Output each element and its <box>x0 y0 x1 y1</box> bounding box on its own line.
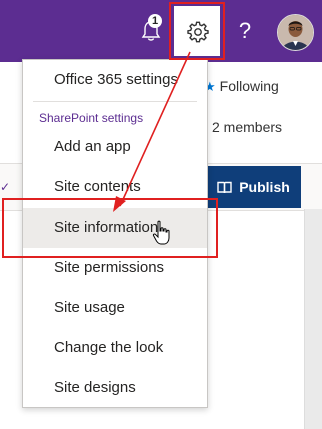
follow-button[interactable]: ★ Following <box>204 78 279 95</box>
menu-item-add-an-app[interactable]: Add an app <box>23 127 207 167</box>
hand-cursor-icon <box>152 220 170 245</box>
avatar-portrait <box>278 15 313 50</box>
avatar[interactable] <box>277 14 314 51</box>
book-icon <box>217 181 232 193</box>
publish-label: Publish <box>239 179 290 195</box>
checkmark-icon: ✓ <box>0 180 11 194</box>
sharepoint-settings-header: SharePoint settings <box>39 111 144 125</box>
help-icon[interactable]: ? <box>236 18 254 44</box>
notification-count-badge: 1 <box>148 14 162 28</box>
menu-item-site-designs[interactable]: Site designs <box>23 368 207 408</box>
menu-divider <box>33 101 197 102</box>
members-link[interactable]: 2 members <box>212 119 282 135</box>
publish-button[interactable]: Publish <box>206 166 301 208</box>
annotation-box-gear <box>169 2 225 60</box>
suite-header <box>0 0 322 62</box>
following-label: Following <box>219 78 279 94</box>
annotation-box-site-information <box>2 198 218 258</box>
menu-item-office365-settings[interactable]: Office 365 settings <box>23 60 207 100</box>
menu-item-site-usage[interactable]: Site usage <box>23 288 207 328</box>
scrollbar[interactable] <box>304 209 322 429</box>
menu-item-change-the-look[interactable]: Change the look <box>23 328 207 368</box>
